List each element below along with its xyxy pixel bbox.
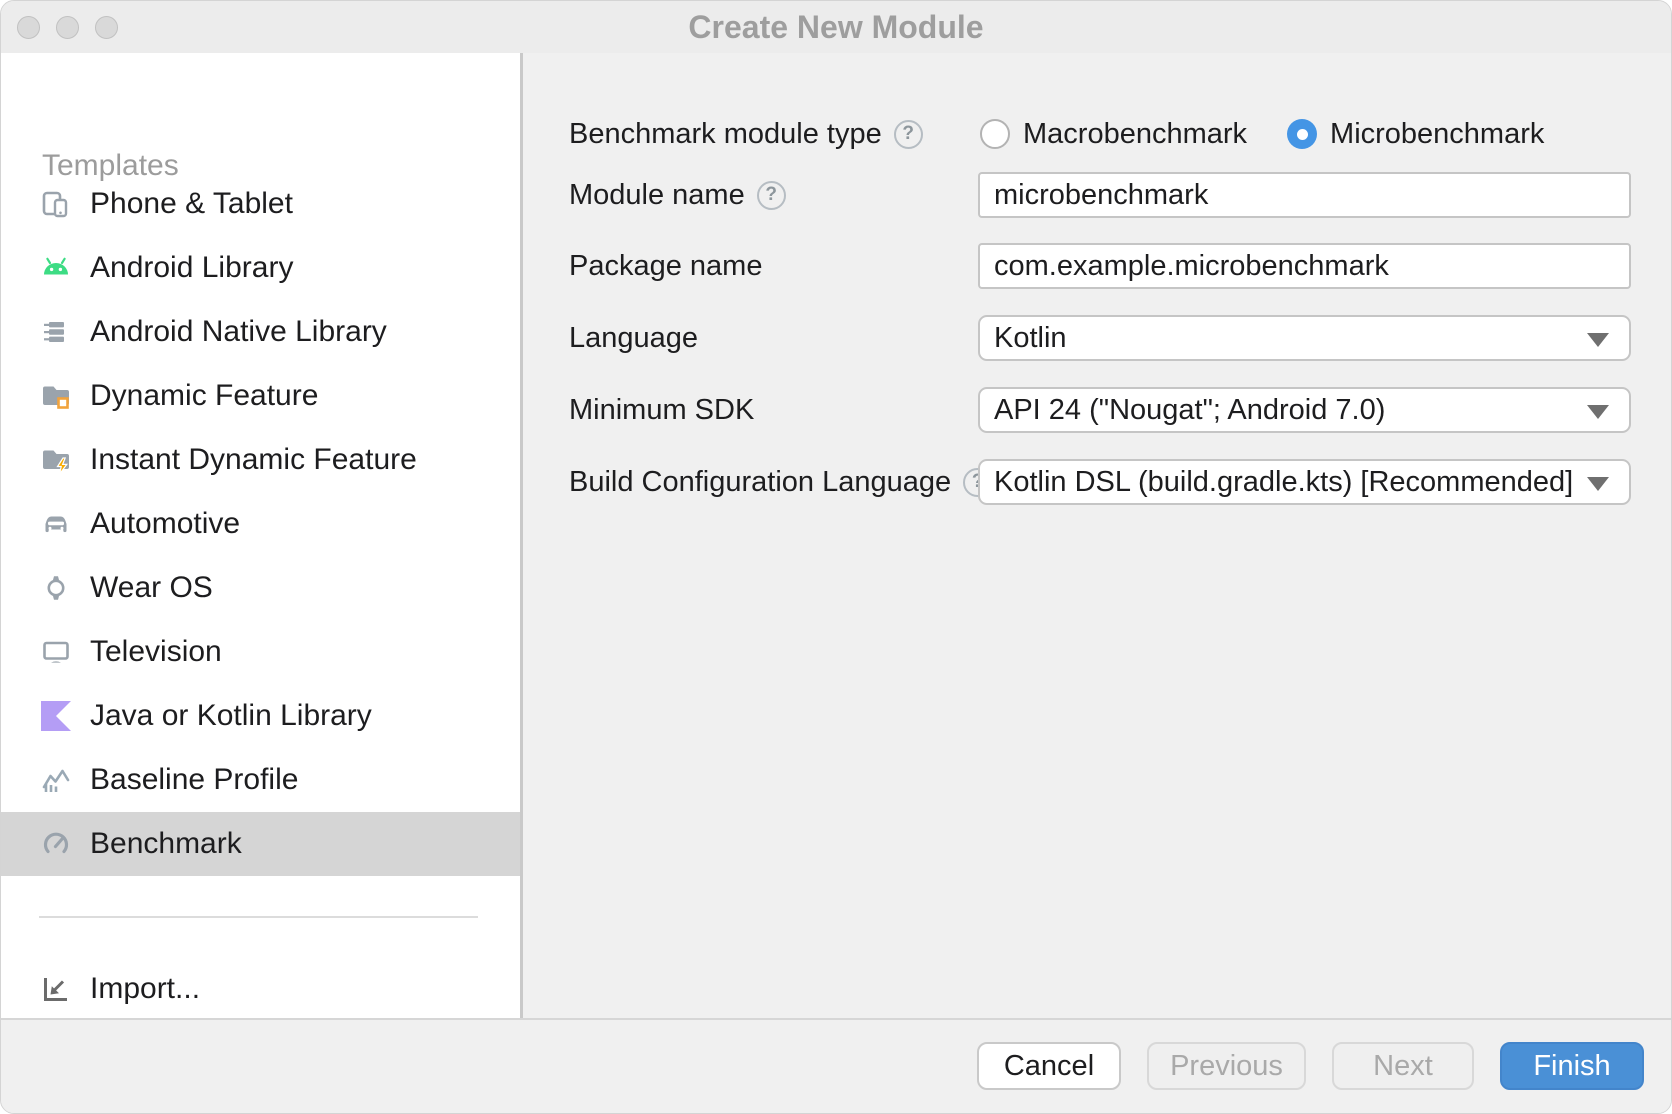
language-label: Language [569, 315, 698, 361]
radio-label: Microbenchmark [1330, 118, 1544, 151]
radio-label: Macrobenchmark [1023, 118, 1247, 151]
minimum-sdk-label: Minimum SDK [569, 387, 754, 433]
module-name-row: Module name ? [526, 172, 1671, 218]
benchmark-gauge-icon [41, 829, 71, 859]
watch-icon [41, 573, 71, 603]
sidebar-item-automotive[interactable]: Automotive [1, 492, 520, 556]
kotlin-icon [41, 701, 71, 731]
dialog-footer: Cancel Previous Next Finish [1, 1018, 1671, 1113]
sidebar-item-instant-dynamic-feature[interactable]: Instant Dynamic Feature [1, 428, 520, 492]
build-config-language-label: Build Configuration Language ? [569, 459, 992, 505]
package-name-label: Package name [569, 243, 762, 289]
sidebar-item-label: Instant Dynamic Feature [90, 443, 417, 477]
sidebar-item-label: Import... [90, 972, 200, 1006]
build-config-language-value: Kotlin DSL (build.gradle.kts) [Recommend… [994, 466, 1573, 499]
sidebar-item-label: Phone & Tablet [90, 187, 293, 221]
benchmark-type-radio-group: Macrobenchmark Microbenchmark [980, 111, 1544, 157]
sidebar-item-import[interactable]: Import... [1, 957, 520, 1021]
chevron-down-icon [1587, 333, 1609, 347]
build-config-language-dropdown[interactable]: Kotlin DSL (build.gradle.kts) [Recommend… [978, 459, 1631, 505]
sidebar-item-benchmark[interactable]: Benchmark [1, 812, 520, 876]
sidebar-item-android-native-library[interactable]: Android Native Library [1, 300, 520, 364]
module-name-input[interactable] [978, 172, 1631, 218]
folder-feature-icon [41, 381, 71, 411]
sidebar-item-baseline-profile[interactable]: Baseline Profile [1, 748, 520, 812]
create-new-module-dialog: Create New Module Templates Phone & Tabl… [0, 0, 1672, 1114]
help-icon[interactable]: ? [757, 181, 786, 210]
language-row: Language Kotlin [526, 315, 1671, 361]
minimum-sdk-value: API 24 ("Nougat"; Android 7.0) [994, 394, 1385, 427]
module-form: Benchmark module type ? Macrobenchmark M… [526, 53, 1671, 1018]
template-list: Phone & Tablet Android Library [1, 172, 520, 876]
baseline-chart-icon [41, 765, 71, 795]
radio-option-macrobenchmark[interactable]: Macrobenchmark [980, 118, 1247, 151]
build-config-language-row: Build Configuration Language ? Kotlin DS… [526, 459, 1671, 505]
radio-option-microbenchmark[interactable]: Microbenchmark [1287, 118, 1544, 151]
sidebar-item-label: Baseline Profile [90, 763, 298, 797]
previous-button[interactable]: Previous [1147, 1042, 1306, 1090]
sidebar-item-android-library[interactable]: Android Library [1, 236, 520, 300]
chip-icon [41, 317, 71, 347]
sidebar-item-wear-os[interactable]: Wear OS [1, 556, 520, 620]
sidebar-item-java-kotlin-library[interactable]: Java or Kotlin Library [1, 684, 520, 748]
sidebar-item-label: Android Library [90, 251, 293, 285]
language-dropdown[interactable]: Kotlin [978, 315, 1631, 361]
benchmark-type-label: Benchmark module type ? [569, 111, 923, 157]
templates-sidebar: Templates Phone & Tablet [1, 53, 523, 1018]
phone-tablet-icon [41, 189, 71, 219]
car-icon [41, 509, 71, 539]
finish-button[interactable]: Finish [1500, 1042, 1644, 1090]
radio-unselected-icon [980, 119, 1010, 149]
help-icon[interactable]: ? [894, 120, 923, 149]
package-name-row: Package name [526, 243, 1671, 289]
minimum-sdk-row: Minimum SDK API 24 ("Nougat"; Android 7.… [526, 387, 1671, 433]
sidebar-item-label: Java or Kotlin Library [90, 699, 372, 733]
sidebar-item-label: Automotive [90, 507, 240, 541]
window-title: Create New Module [1, 1, 1671, 53]
benchmark-type-row: Benchmark module type ? Macrobenchmark M… [526, 111, 1671, 157]
radio-selected-icon [1287, 119, 1317, 149]
module-name-label: Module name ? [569, 172, 786, 218]
sidebar-separator [39, 916, 478, 918]
language-value: Kotlin [994, 322, 1067, 355]
sidebar-item-phone-tablet[interactable]: Phone & Tablet [1, 172, 520, 236]
next-button[interactable]: Next [1332, 1042, 1474, 1090]
title-bar: Create New Module [1, 1, 1671, 53]
sidebar-item-dynamic-feature[interactable]: Dynamic Feature [1, 364, 520, 428]
sidebar-item-label: Benchmark [90, 827, 242, 861]
cancel-button[interactable]: Cancel [977, 1042, 1121, 1090]
tv-icon [41, 637, 71, 667]
package-name-input[interactable] [978, 243, 1631, 289]
import-icon [41, 974, 71, 1004]
sidebar-item-label: Dynamic Feature [90, 379, 318, 413]
sidebar-item-label: Wear OS [90, 571, 213, 605]
sidebar-item-television[interactable]: Television [1, 620, 520, 684]
chevron-down-icon [1587, 405, 1609, 419]
chevron-down-icon [1587, 477, 1609, 491]
android-icon [41, 253, 71, 283]
sidebar-item-label: Television [90, 635, 222, 669]
minimum-sdk-dropdown[interactable]: API 24 ("Nougat"; Android 7.0) [978, 387, 1631, 433]
folder-instant-icon [41, 445, 71, 475]
sidebar-item-label: Android Native Library [90, 315, 387, 349]
